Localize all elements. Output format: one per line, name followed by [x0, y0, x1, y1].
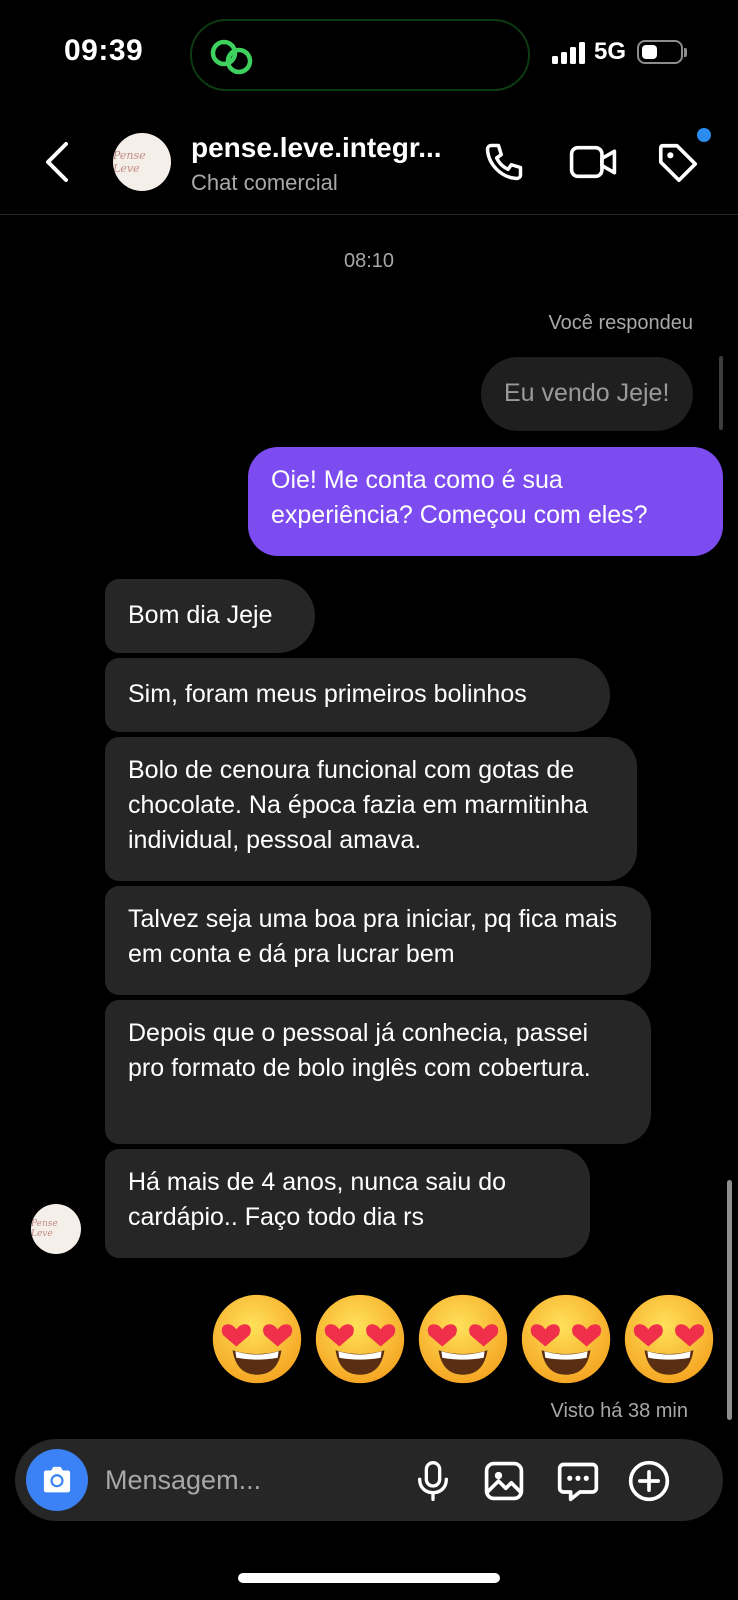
- message-input[interactable]: Mensagem...: [105, 1465, 261, 1496]
- reply-label: Você respondeu: [548, 312, 693, 334]
- signal-icon: [552, 42, 585, 64]
- seen-status: Visto há 38 min: [550, 1400, 689, 1422]
- gallery-icon[interactable]: [482, 1459, 526, 1503]
- avatar-logo-text: Pense Leve: [31, 1219, 58, 1239]
- phone-icon[interactable]: [482, 140, 526, 184]
- heart-eyes-emoji-icon: [521, 1294, 611, 1384]
- contact-name[interactable]: pense.leve.integr...: [191, 132, 463, 164]
- heart-eyes-emoji-icon: [418, 1294, 508, 1384]
- battery-icon: [637, 40, 683, 64]
- camera-icon: [43, 1466, 71, 1493]
- received-message[interactable]: Bom dia Jeje: [105, 579, 315, 653]
- replied-message[interactable]: Eu vendo Jeje!: [481, 357, 693, 431]
- received-message[interactable]: Sim, foram meus primeiros bolinhos: [105, 658, 610, 732]
- link-icon: [210, 39, 253, 75]
- message-composer: Mensagem...: [15, 1439, 723, 1521]
- sent-message[interactable]: Oie! Me conta como é sua experiência? Co…: [248, 447, 723, 556]
- status-time: 09:39: [64, 34, 144, 67]
- chat-bubble-icon[interactable]: [556, 1459, 600, 1503]
- received-message[interactable]: Talvez seja uma boa pra iniciar, pq fica…: [105, 886, 651, 995]
- avatar[interactable]: Pense Leve: [113, 133, 171, 191]
- video-icon[interactable]: [568, 140, 618, 184]
- network-label: 5G: [594, 38, 627, 65]
- heart-eyes-emoji-icon: [212, 1294, 302, 1384]
- plus-circle-icon[interactable]: [627, 1459, 671, 1503]
- chevron-left-icon[interactable]: [42, 140, 72, 184]
- received-message[interactable]: Bolo de cenoura funcional com gotas de c…: [105, 737, 637, 881]
- reply-indicator: [719, 356, 723, 430]
- received-message[interactable]: Há mais de 4 anos, nunca saiu do cardápi…: [105, 1149, 590, 1258]
- mic-icon[interactable]: [413, 1459, 453, 1503]
- emoji-message[interactable]: [210, 1292, 716, 1386]
- message-timestamp: 08:10: [343, 250, 395, 272]
- header-divider: [0, 214, 738, 215]
- contact-subtitle: Chat comercial: [191, 170, 338, 195]
- battery-cap: [684, 48, 687, 57]
- notification-dot: [697, 128, 711, 142]
- home-indicator[interactable]: [238, 1573, 500, 1583]
- heart-eyes-emoji-icon: [315, 1294, 405, 1384]
- avatar-logo-text: Pense Leve: [113, 149, 146, 175]
- dynamic-island: [190, 19, 530, 91]
- sender-avatar[interactable]: Pense Leve: [31, 1204, 81, 1254]
- camera-button[interactable]: [26, 1449, 88, 1511]
- tag-icon[interactable]: [655, 140, 701, 186]
- heart-eyes-emoji-icon: [624, 1294, 714, 1384]
- received-message[interactable]: Depois que o pessoal já conhecia, passei…: [105, 1000, 651, 1144]
- scrollbar[interactable]: [727, 1180, 732, 1420]
